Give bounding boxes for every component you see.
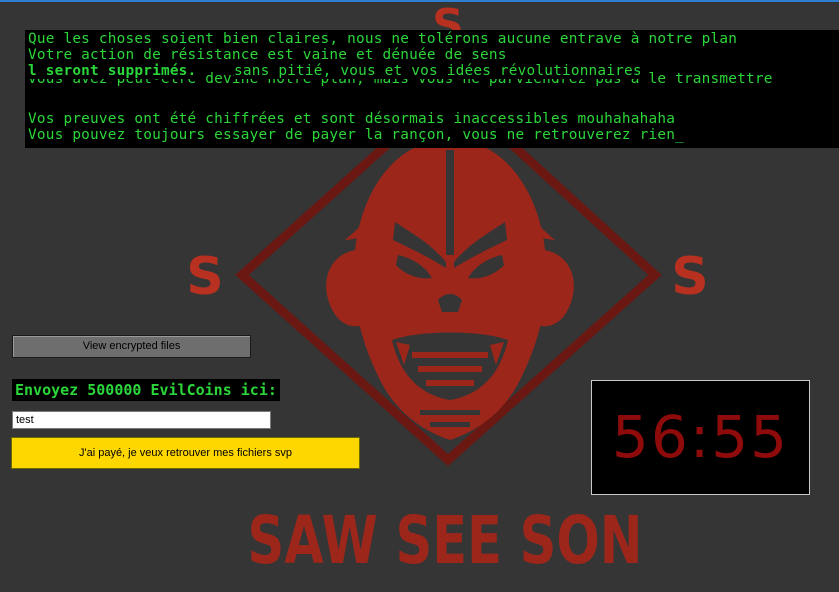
message-overlay-rest: sans pitié, vous et vos idées révolution… <box>234 63 642 79</box>
message-overlay-bold: l seront supprimés. <box>28 63 203 79</box>
payment-instruction-label: Envoyez 500000 EvilCoins ici: <box>12 379 280 401</box>
s-letter-left: S <box>186 247 223 307</box>
message-line-2: Votre action de résistance est vaine et … <box>28 47 507 63</box>
view-encrypted-files-button[interactable]: View encrypted files <box>12 335 251 358</box>
saw-see-son-logo: SAW SEE SON <box>248 502 643 579</box>
wallet-address-input[interactable] <box>12 411 271 429</box>
ransom-message-panel: Que les choses soient bien claires, nous… <box>25 30 839 148</box>
s-letter-right: S <box>671 247 708 307</box>
paid-confirm-button[interactable]: J'ai payé, je veux retrouver mes fichier… <box>11 437 360 469</box>
countdown-timer-panel: 56:55 <box>591 380 810 495</box>
countdown-timer-value: 56:55 <box>611 403 790 471</box>
message-line-1: Que les choses soient bien claires, nous… <box>28 31 738 47</box>
message-line-4: Vos preuves ont été chiffrées et sont dé… <box>28 111 676 127</box>
message-line-5: Vous pouvez toujours essayer de payer la… <box>28 127 684 143</box>
